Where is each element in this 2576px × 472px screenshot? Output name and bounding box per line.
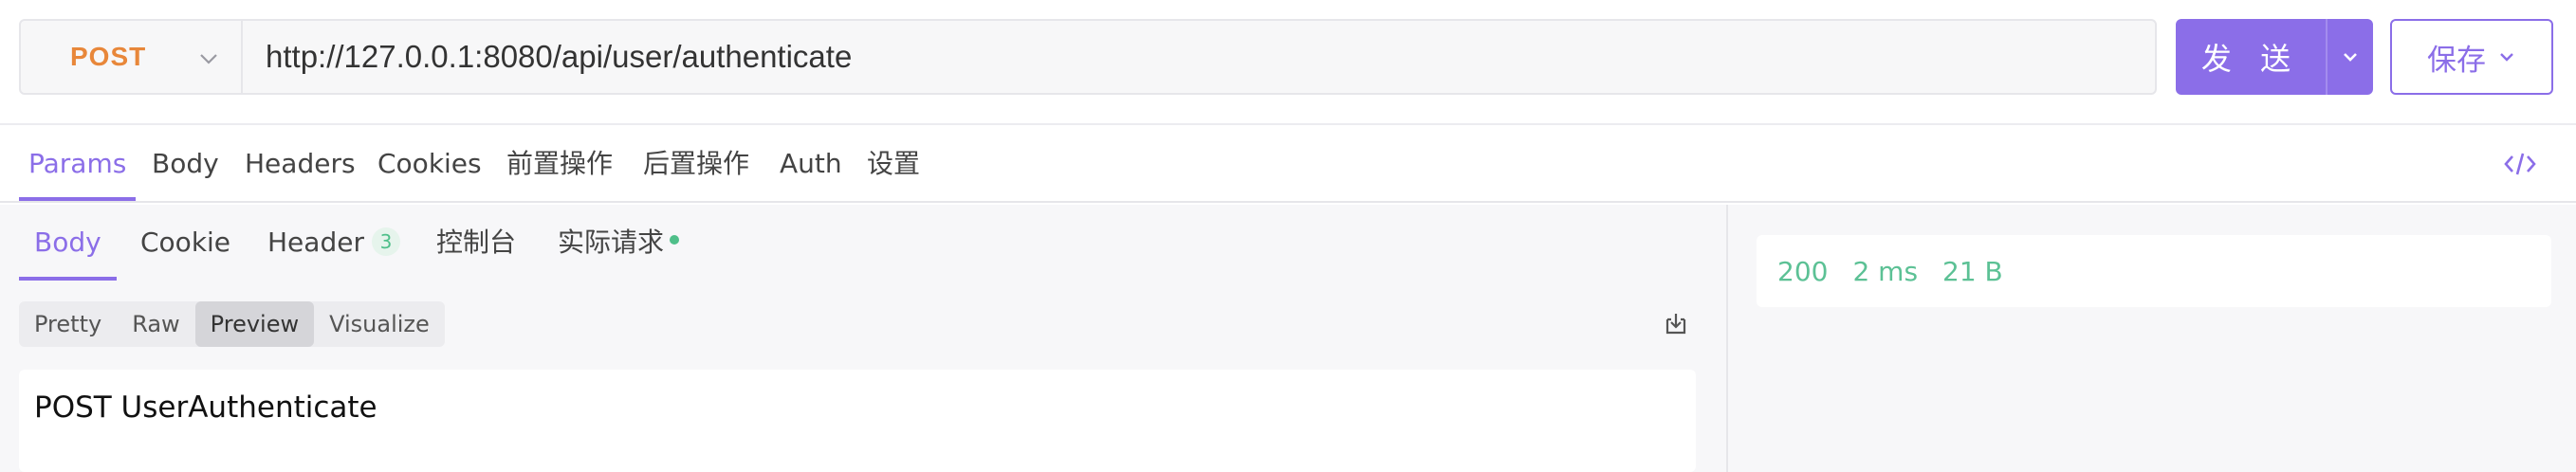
response-tab-actual-request[interactable]: 实际请求 [558, 205, 680, 281]
tab-auth[interactable]: Auth [780, 127, 842, 201]
preview-content: POST UserAuthenticate [34, 390, 377, 425]
response-tab-actual-request-label: 实际请求 [558, 227, 665, 258]
url-input[interactable]: http://127.0.0.1:8080/api/user/authentic… [243, 21, 2155, 93]
download-icon[interactable] [1662, 309, 1690, 337]
save-label: 保存 [2427, 43, 2486, 78]
send-button[interactable]: 发 送 [2176, 19, 2326, 95]
code-icon[interactable] [2502, 148, 2538, 180]
response-panel: Body Cookie Header 3 控制台 实际请求 Pretty Raw … [0, 205, 1726, 472]
view-mode-visualize[interactable]: Visualize [314, 301, 445, 347]
tab-pre-operations[interactable]: 前置操作 [506, 127, 613, 201]
response-preview: POST UserAuthenticate [19, 370, 1696, 472]
tab-params[interactable]: Params [19, 127, 137, 201]
tab-headers[interactable]: Headers [245, 127, 356, 201]
response-tab-cookie[interactable]: Cookie [140, 205, 230, 281]
method-label: POST [70, 42, 147, 71]
view-mode-switcher: Pretty Raw Preview Visualize [19, 301, 445, 347]
send-button-group: 发 送 [2176, 19, 2373, 95]
view-mode-raw[interactable]: Raw [117, 301, 194, 347]
tab-cookies[interactable]: Cookies [377, 127, 482, 201]
tab-body[interactable]: Body [152, 127, 219, 201]
save-button[interactable]: 保存 [2390, 19, 2553, 95]
response-tab-header-label: Header [267, 227, 364, 258]
response-tab-header[interactable]: Header 3 [267, 205, 400, 281]
response-size: 21 B [1942, 255, 2003, 287]
method-select[interactable]: POST [21, 21, 243, 93]
chevron-down-icon [2500, 53, 2513, 62]
response-tab-body[interactable]: Body [19, 205, 117, 281]
response-tab-console[interactable]: 控制台 [436, 205, 516, 281]
response-meta: 200 2 ms 21 B [1757, 235, 2551, 307]
response-meta-panel: 200 2 ms 21 B [1728, 205, 2576, 472]
send-options-button[interactable] [2326, 19, 2373, 95]
response-time: 2 ms [1852, 255, 1919, 287]
status-dot [670, 235, 680, 245]
header-count-badge: 3 [371, 227, 400, 256]
view-mode-preview[interactable]: Preview [194, 301, 315, 347]
view-mode-pretty[interactable]: Pretty [19, 301, 117, 347]
tab-post-operations[interactable]: 后置操作 [643, 127, 749, 201]
status-code: 200 [1777, 255, 1829, 287]
request-tabs: Params Body Headers Cookies 前置操作 后置操作 Au… [0, 127, 2576, 203]
chevron-down-icon [2344, 53, 2357, 62]
request-bar: POST http://127.0.0.1:8080/api/user/auth… [0, 0, 2576, 125]
chevron-down-icon [200, 54, 217, 64]
tab-settings[interactable]: 设置 [867, 127, 920, 201]
request-url-group: POST http://127.0.0.1:8080/api/user/auth… [19, 19, 2157, 95]
